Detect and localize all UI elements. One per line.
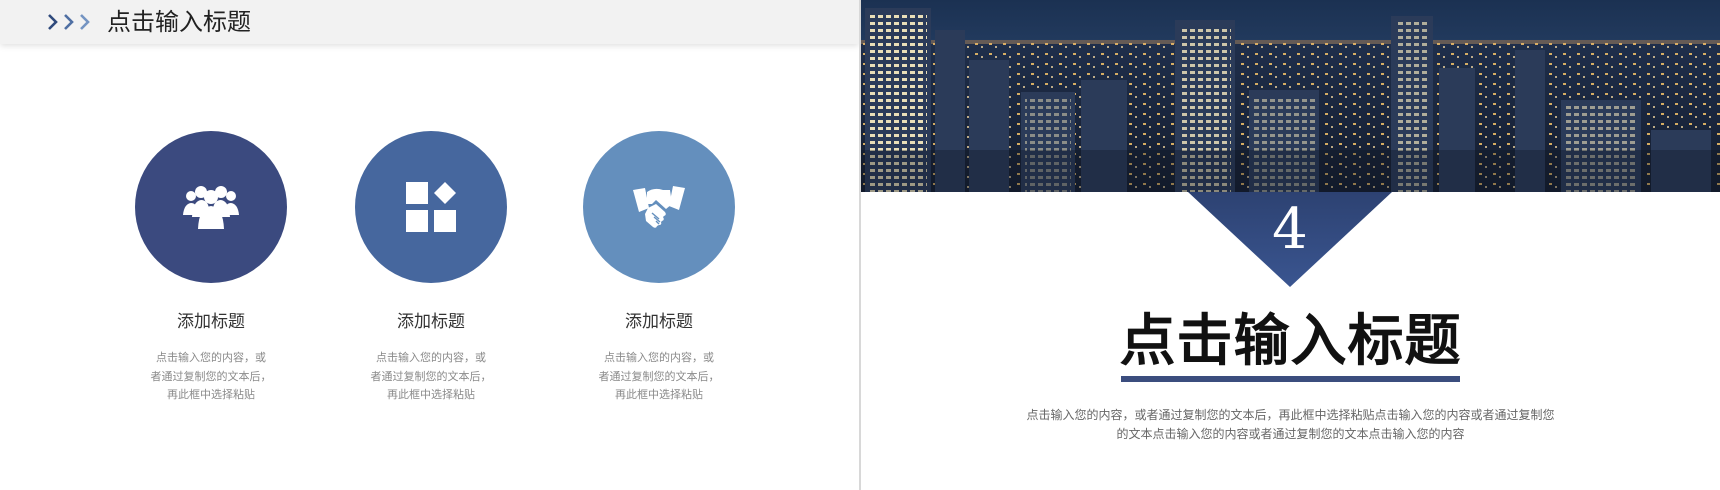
body-line: 点击输入您的内容，或者通过复制您的文本后，再此框中选择粘贴点击输入您的内容或者通… <box>1026 408 1555 422</box>
feature-circle-1 <box>135 131 287 283</box>
feature-desc-line: 再此框中选择粘贴 <box>615 388 703 401</box>
feature-desc-line: 再此框中选择粘贴 <box>167 388 255 401</box>
feature-desc-line: 点击输入您的内容，或 <box>156 351 266 364</box>
header-title: 点击输入标题 <box>107 8 251 36</box>
feature-desc-line: 者通过复制您的文本后， <box>150 369 272 383</box>
shapes-grid-icon <box>406 182 456 232</box>
body-line: 的文本点击输入您的内容或者通过复制您的文本点击输入您的内容 <box>1116 427 1465 441</box>
feature-desc-line: 再此框中选择粘贴 <box>387 388 475 401</box>
section-title: 点击输入标题 <box>1119 309 1462 374</box>
slide-right: 4 点击输入标题 点击输入您的内容，或者通过复制您的文本后，再此框中选择粘贴点击… <box>861 0 1720 490</box>
feature-desc-2: 点击输入您的内容，或 者通过复制您的文本后， 再此框中选择粘贴 <box>315 349 547 405</box>
feature-card-3: 添加标题 点击输入您的内容，或 者通过复制您的文本后， 再此框中选择粘贴 <box>583 131 735 401</box>
slide-left: 点击输入标题 添加标题 点击输入您的内容，或 者通过复制您的文本后， 再此框中选… <box>0 0 859 490</box>
people-group-icon <box>183 186 239 229</box>
feature-title-2: 添加标题 <box>397 312 465 332</box>
feature-desc-line: 点击输入您的内容，或 <box>376 351 486 364</box>
feature-title-3: 添加标题 <box>625 312 693 332</box>
feature-card-2: 添加标题 点击输入您的内容，或 者通过复制您的文本后， 再此框中选择粘贴 <box>355 131 507 401</box>
title-underline <box>1121 376 1460 382</box>
feature-desc-3: 点击输入您的内容，或 者通过复制您的文本后， 再此框中选择粘贴 <box>543 349 775 405</box>
section-body-text: 点击输入您的内容，或者通过复制您的文本后，再此框中选择粘贴点击输入您的内容或者通… <box>981 406 1600 444</box>
feature-card-1: 添加标题 点击输入您的内容，或 者通过复制您的文本后， 再此框中选择粘贴 <box>135 131 287 401</box>
feature-circle-3 <box>583 131 735 283</box>
feature-title-1: 添加标题 <box>177 312 245 332</box>
header-bar: 点击输入标题 <box>0 0 859 44</box>
feature-desc-line: 者通过复制您的文本后， <box>598 369 720 383</box>
handshake-icon <box>633 186 685 228</box>
section-number: 4 <box>1272 197 1308 262</box>
chevrons-icon <box>48 14 90 30</box>
feature-desc-line: 者通过复制您的文本后， <box>370 369 492 383</box>
city-night-photo <box>861 0 1720 192</box>
feature-desc-1: 点击输入您的内容，或 者通过复制您的文本后， 再此框中选择粘贴 <box>95 349 327 405</box>
feature-circle-2 <box>355 131 507 283</box>
feature-desc-line: 点击输入您的内容，或 <box>604 351 714 364</box>
